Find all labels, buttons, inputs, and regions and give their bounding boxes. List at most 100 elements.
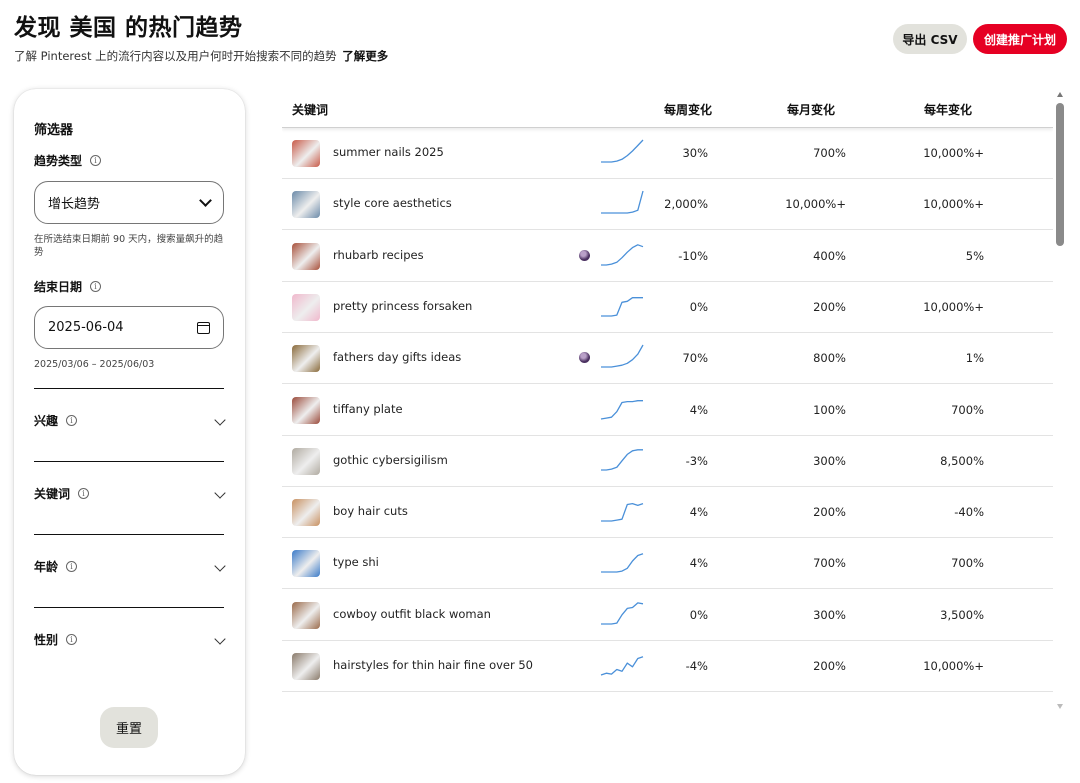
table-row[interactable]: type shi 4% 700% 700% [282, 538, 1053, 590]
chevron-down-icon [214, 487, 226, 499]
table-row[interactable]: gothic cybersigilism -3% 300% 8,500% [282, 436, 1053, 487]
scroll-up-arrow[interactable] [1057, 92, 1063, 97]
keyword-text[interactable]: fathers day gifts ideas [333, 350, 461, 364]
info-icon[interactable]: i [90, 281, 102, 292]
yearly-change-value: 10,000%+ [923, 299, 984, 314]
weekly-change-value: 4% [689, 402, 708, 417]
divider [34, 534, 224, 535]
yearly-change-value: 10,000%+ [923, 659, 984, 673]
keyword-thumbnail [292, 345, 320, 373]
shopping-icon [579, 352, 590, 364]
weekly-change-value: 2,000% [664, 197, 708, 212]
trend-type-label: 趋势类型 i [34, 152, 102, 169]
divider [34, 461, 224, 462]
learn-more-link[interactable]: 了解更多 [342, 49, 388, 63]
monthly-change-value: 200% [813, 659, 846, 673]
keyword-text[interactable]: cowboy outfit black woman [333, 607, 491, 621]
accordion-label: 兴趣 i [34, 412, 78, 429]
column-yearly[interactable]: 每年变化 [924, 101, 972, 118]
keyword-thumbnail [292, 447, 320, 475]
accordion-label: 年龄 i [34, 558, 78, 575]
keyword-thumbnail [292, 653, 320, 680]
info-icon[interactable]: i [66, 633, 78, 645]
keyword-thumbnail [292, 242, 320, 270]
scroll-down-arrow[interactable] [1057, 704, 1063, 709]
monthly-change-value: 200% [813, 505, 846, 520]
weekly-change-value: 4% [689, 505, 708, 520]
accordion-gender[interactable]: 性别 i [34, 624, 226, 654]
scrollbar-thumb[interactable] [1056, 103, 1064, 246]
accordion-label-text: 年龄 [34, 559, 59, 574]
table-row[interactable]: rhubarb recipes -10% 400% 5% [282, 231, 1053, 282]
table-row[interactable]: pretty princess forsaken 0% 200% 10,000%+ [282, 282, 1053, 333]
end-date-input[interactable]: 2025-06-04 [34, 306, 224, 349]
yearly-change-value: 8,500% [940, 453, 984, 468]
end-date-value: 2025-06-04 [48, 320, 124, 335]
yearly-change-value: 700% [951, 556, 984, 571]
column-monthly[interactable]: 每月变化 [787, 101, 835, 118]
page-title: 发现 美国 的热门趋势 [14, 15, 243, 41]
accordion-age[interactable]: 年龄 i [34, 551, 226, 581]
table-row[interactable]: tiffany plate 4% 100% 700% [282, 385, 1053, 436]
table-row[interactable]: hairstyles for thin hair fine over 50 -4%… [282, 641, 1053, 692]
subtitle-text: 了解 Pinterest 上的流行内容以及用户何时开始搜索不同的趋势 [14, 49, 337, 63]
divider [34, 607, 224, 608]
monthly-change-value: 300% [813, 607, 846, 622]
keyword-text[interactable]: pretty princess forsaken [333, 299, 472, 313]
reset-button[interactable]: 重置 [100, 707, 158, 748]
accordion-label-text: 性别 [34, 632, 59, 647]
chevron-down-icon [199, 194, 212, 207]
yearly-change-value: 10,000%+ [923, 197, 984, 212]
keyword-thumbnail [292, 396, 320, 424]
keyword-text[interactable]: summer nails 2025 [333, 145, 444, 159]
weekly-change-value: 0% [689, 607, 708, 622]
info-icon[interactable]: i [90, 155, 102, 166]
chevron-down-icon [214, 633, 226, 645]
table-row[interactable]: boy hair cuts 4% 200% -40% [282, 487, 1053, 539]
table-row[interactable]: fathers day gifts ideas 70% 800% 1% [282, 333, 1053, 385]
trend-type-label-text: 趋势类型 [34, 154, 83, 168]
yearly-change-value: 5% [965, 248, 984, 263]
table-row[interactable]: cowboy outfit black woman 0% 300% 3,500% [282, 590, 1053, 641]
export-csv-button[interactable]: 导出 CSV [893, 24, 967, 54]
monthly-change-value: 400% [813, 248, 846, 263]
trends-table: 关键词 每周变化 每月变化 每年变化 summer nails 2025 30% 7… [282, 90, 1053, 708]
table-header: 关键词 每周变化 每月变化 每年变化 [282, 90, 1053, 128]
keyword-text[interactable]: rhubarb recipes [333, 248, 424, 262]
monthly-change-value: 10,000%+ [785, 197, 846, 212]
info-icon[interactable]: i [78, 487, 90, 499]
shopping-icon [579, 249, 590, 261]
keyword-thumbnail [292, 191, 320, 219]
monthly-change-value: 800% [813, 351, 846, 366]
table-row[interactable] [282, 692, 1053, 708]
keyword-text[interactable]: tiffany plate [333, 402, 403, 416]
end-date-label: 结束日期 i [34, 278, 102, 295]
end-date-range: 2025/03/06 – 2025/06/03 [34, 359, 155, 370]
trend-type-select[interactable]: 增长趋势 [34, 181, 224, 224]
monthly-change-value: 100% [813, 402, 846, 417]
yearly-change-value: 1% [965, 351, 984, 366]
accordion-keyword[interactable]: 关键词 i [34, 478, 226, 508]
end-date-label-text: 结束日期 [34, 280, 83, 294]
yearly-change-value: -40% [954, 505, 984, 520]
keyword-text[interactable]: gothic cybersigilism [333, 453, 448, 467]
info-icon[interactable]: i [66, 414, 78, 426]
create-campaign-button[interactable]: 创建推广计划 [973, 24, 1067, 54]
keyword-thumbnail [292, 601, 320, 629]
calendar-icon[interactable] [197, 321, 210, 334]
keyword-text[interactable]: style core aesthetics [333, 196, 452, 210]
filters-title: 筛选器 [34, 123, 74, 138]
weekly-change-value: 0% [689, 299, 708, 314]
accordion-interest[interactable]: 兴趣 i [34, 405, 226, 435]
keyword-text[interactable]: boy hair cuts [333, 504, 408, 518]
divider [34, 388, 224, 389]
keyword-thumbnail [292, 550, 320, 578]
column-weekly[interactable]: 每周变化 [664, 101, 712, 118]
table-row[interactable]: style core aesthetics 2,000% 10,000%+ 10,00… [282, 179, 1053, 231]
keyword-text[interactable]: type shi [333, 555, 379, 569]
accordion-label-text: 关键词 [34, 486, 71, 501]
info-icon[interactable]: i [66, 560, 78, 572]
table-row[interactable]: summer nails 2025 30% 700% 10,000%+ [282, 128, 1053, 179]
keyword-text[interactable]: hairstyles for thin hair fine over 50 [333, 658, 533, 672]
column-keyword[interactable]: 关键词 [292, 101, 328, 118]
